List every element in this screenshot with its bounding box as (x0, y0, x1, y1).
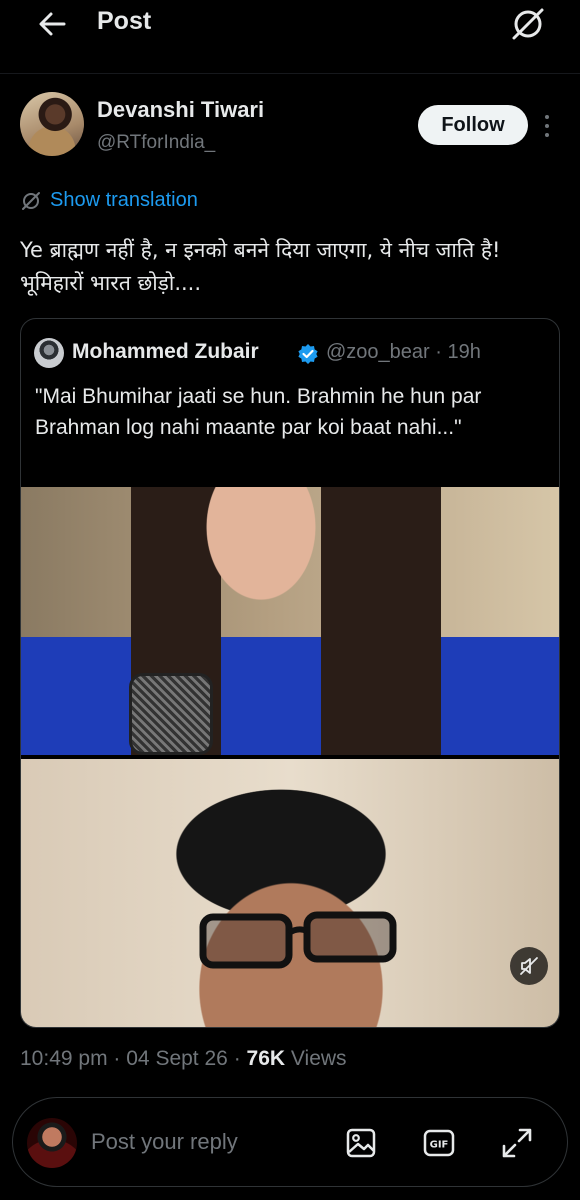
grok-icon[interactable] (508, 4, 548, 44)
author-avatar[interactable] (20, 92, 84, 156)
post-date: 04 Sept 26 (126, 1047, 228, 1070)
microphone-image (129, 673, 213, 755)
top-bar: Post (0, 0, 580, 74)
author-name[interactable]: Devanshi Tiwari (97, 97, 264, 123)
video-frame-bottom (21, 759, 559, 1027)
quote-meta: @zoo_bear · 19h (326, 341, 481, 364)
follow-button[interactable]: Follow (418, 105, 528, 145)
expand-icon[interactable] (499, 1125, 535, 1161)
meta-dot: · (113, 1047, 121, 1070)
quote-text: "Mai Bhumihar jaati se hun. Brahmin he h… (35, 385, 482, 439)
back-arrow-icon[interactable] (34, 6, 70, 42)
show-translation-link[interactable]: Show translation (20, 189, 198, 212)
post-text: Ye ब्राह्मण नहीं है, न इनको बनने दिया जा… (20, 238, 501, 295)
quote-video[interactable] (21, 487, 559, 1027)
translate-icon (22, 191, 40, 210)
author-handle[interactable]: @RTforIndia_ (97, 132, 215, 154)
quote-separator: · (435, 341, 442, 363)
gif-icon[interactable]: GIF (421, 1125, 457, 1161)
show-translation-label: Show translation (50, 189, 198, 211)
reply-input[interactable]: Post your reply (91, 1129, 238, 1155)
page-title: Post (97, 7, 152, 35)
views-count[interactable]: 76K (247, 1047, 286, 1070)
mute-button[interactable] (510, 947, 548, 985)
meta-dot: · (233, 1047, 241, 1070)
views-label[interactable]: Views (291, 1047, 347, 1070)
image-icon[interactable] (343, 1125, 379, 1161)
quote-author-name: Mohammed Zubair (72, 340, 259, 363)
mute-icon (520, 957, 538, 975)
quote-avatar (34, 338, 64, 368)
glasses-image (199, 911, 397, 969)
reply-composer[interactable]: Post your reply GIF (12, 1097, 568, 1187)
quote-handle: @zoo_bear (326, 341, 430, 363)
video-frame-top (21, 487, 559, 755)
post-time: 10:49 pm (20, 1047, 108, 1070)
svg-text:GIF: GIF (430, 1140, 449, 1151)
quoted-post[interactable]: Mohammed Zubair @zoo_bear · 19h "Mai Bhu… (20, 318, 560, 1028)
post-metadata: 10:49 pm · 04 Sept 26 · 76K Views (20, 1047, 347, 1071)
divider (0, 73, 580, 74)
user-avatar (27, 1118, 77, 1168)
verified-badge-icon (298, 344, 318, 364)
quote-age: 19h (447, 341, 481, 363)
more-icon[interactable] (536, 112, 558, 140)
